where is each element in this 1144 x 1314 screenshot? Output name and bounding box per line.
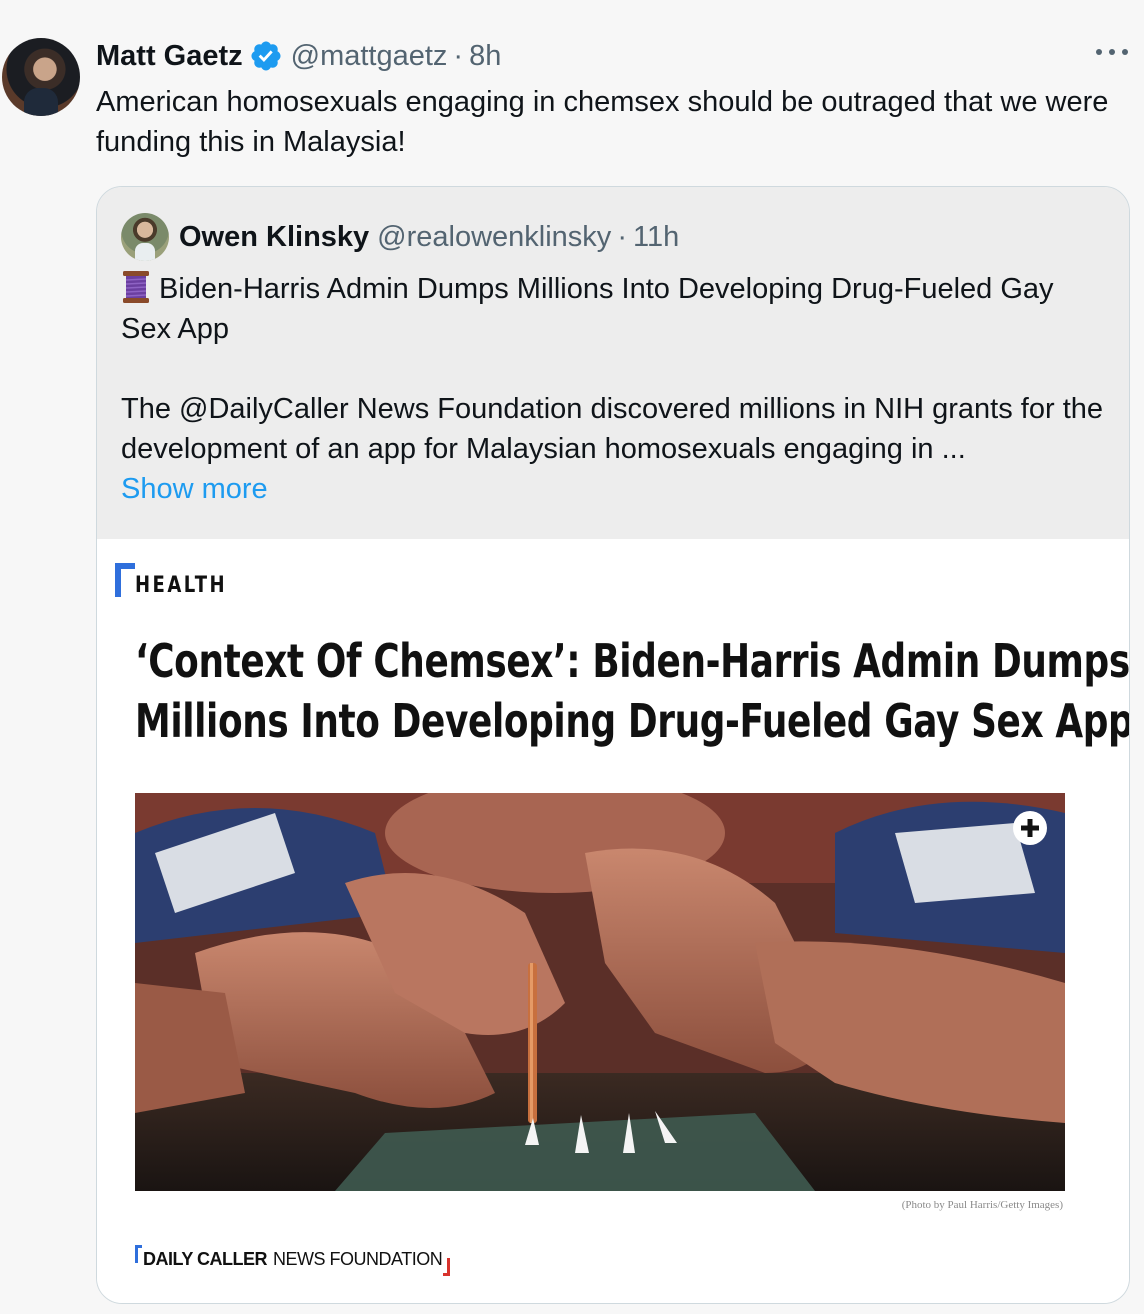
avatar[interactable] <box>2 38 80 116</box>
quoted-text: Biden-Harris Admin Dumps Millions Into D… <box>121 269 1111 509</box>
quoted-title: Biden-Harris Admin Dumps Millions Into D… <box>121 273 1054 345</box>
quoted-tweet-body: Owen Klinsky @realowenklinsky · 11h Bide… <box>97 187 1129 539</box>
article-photo[interactable] <box>135 793 1065 1191</box>
quoted-header: Owen Klinsky @realowenklinsky · 11h <box>179 217 679 257</box>
quoted-avatar[interactable] <box>121 213 169 261</box>
logo-bracket-left-icon <box>135 1245 142 1263</box>
quoted-tweet[interactable]: Owen Klinsky @realowenklinsky · 11h Bide… <box>96 186 1130 1304</box>
separator-dot: · <box>453 39 464 72</box>
separator-dot: · <box>617 220 627 253</box>
photo-illustration <box>135 793 1065 1191</box>
tweet-header: Matt Gaetz @mattgaetz · 8h <box>96 36 501 76</box>
photo-credit: (Photo by Paul Harris/Getty Images) <box>901 1199 1063 1211</box>
tweet-text: American homosexuals engaging in chemsex… <box>96 86 1109 158</box>
headline-line-2: Millions Into Developing Drug-Fueled Gay… <box>135 694 1130 748</box>
logo-text-light: NEWS FOUNDATION <box>273 1249 443 1269</box>
article-headline: ‘Context Of Chemsex’: Biden-Harris Admin… <box>135 631 1130 751</box>
logo-text-bold: DAILY CALLER <box>143 1249 268 1269</box>
plus-circle-icon[interactable] <box>1013 811 1047 845</box>
verified-badge-icon[interactable] <box>249 39 283 73</box>
quoted-author-handle[interactable]: @realowenklinsky <box>377 221 611 254</box>
author-name[interactable]: Matt Gaetz <box>96 40 243 73</box>
more-horizontal-icon[interactable] <box>1096 46 1128 58</box>
author-handle[interactable]: @mattgaetz <box>291 40 448 73</box>
thread-spool-icon <box>123 271 149 303</box>
tweet[interactable]: Matt Gaetz @mattgaetz · 8h American homo… <box>0 6 1144 1314</box>
quoted-timestamp[interactable]: 11h <box>633 221 679 254</box>
logo-bracket-right-icon <box>443 1258 451 1276</box>
timestamp[interactable]: 8h <box>469 40 501 73</box>
quoted-author-name[interactable]: Owen Klinsky <box>179 221 369 254</box>
article-card[interactable]: HEALTH ‘Context Of Chemsex’: Biden-Harri… <box>97 539 1129 1303</box>
quoted-body: The @DailyCaller News Foundation discove… <box>121 393 1104 465</box>
show-more-link[interactable]: Show more <box>121 473 268 505</box>
publisher-logo[interactable]: DAILY CALLER NEWS FOUNDATION <box>135 1245 451 1276</box>
headline-line-1: ‘Context Of Chemsex’: Biden-Harris Admin… <box>135 634 1130 688</box>
section-bracket-icon <box>115 563 135 597</box>
section-label: HEALTH <box>135 573 228 598</box>
section-tag: HEALTH <box>115 563 247 597</box>
